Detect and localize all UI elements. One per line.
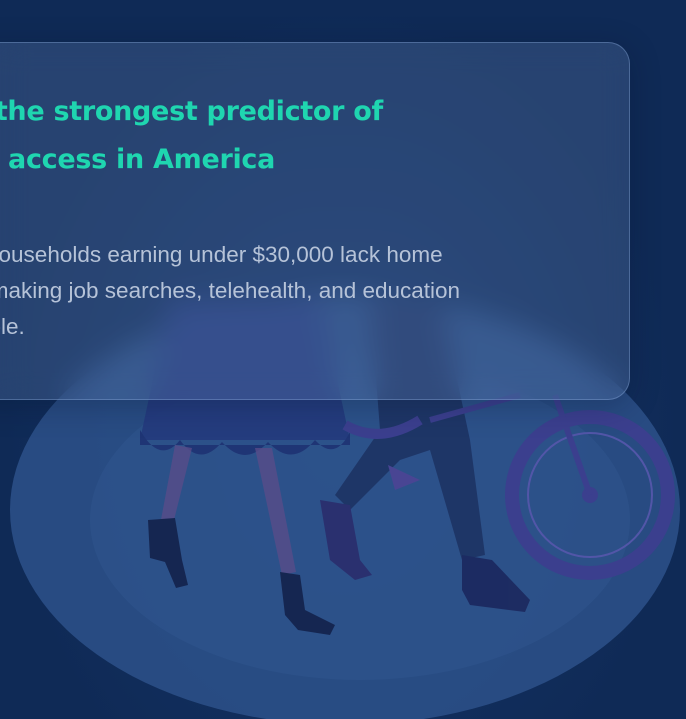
description-line-1: of households earning under $30,000 lack… [0,242,443,267]
card-description: of households earning under $30,000 lack… [0,237,601,345]
description-line-3: ssible. [0,314,25,339]
headline-line-2: nd access in America [0,144,276,175]
headline-line-1: is the strongest predictor of [0,96,383,127]
description-line-2: — making job searches, telehealth, and e… [0,278,461,303]
info-card: is the strongest predictor of nd access … [0,42,630,400]
hero-section: is the strongest predictor of nd access … [0,0,686,719]
card-headline: is the strongest predictor of nd access … [0,88,601,184]
